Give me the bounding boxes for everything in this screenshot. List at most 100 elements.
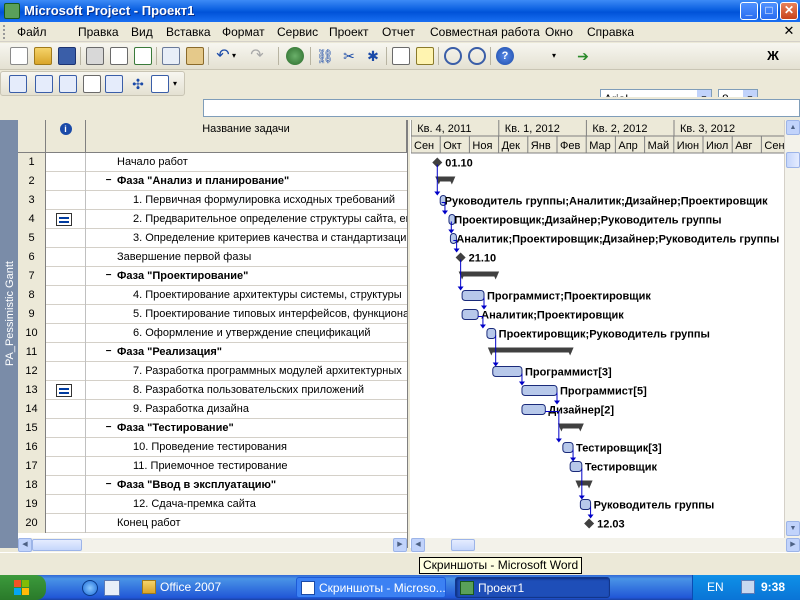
- table-row[interactable]: 17 11. Приемочное тестирование: [18, 457, 407, 476]
- task-bar[interactable]: [492, 366, 523, 377]
- print-icon[interactable]: [86, 47, 104, 65]
- task-bar[interactable]: [521, 385, 558, 396]
- menu-edit[interactable]: Правка: [78, 25, 119, 39]
- outdent-icon[interactable]: [9, 75, 27, 93]
- minimize-button[interactable]: _: [740, 2, 758, 20]
- table-row[interactable]: 6 Завершение первой фазы: [18, 248, 407, 267]
- table-row[interactable]: 14 9. Разработка дизайна: [18, 400, 407, 419]
- task-name-cell[interactable]: Начало работ: [117, 153, 407, 172]
- clock[interactable]: 9:38: [761, 580, 785, 594]
- table-row[interactable]: 18 − Фаза "Ввод в эксплуатацию": [18, 476, 407, 495]
- open-icon[interactable]: [34, 47, 52, 65]
- task-bar[interactable]: [579, 499, 592, 510]
- indent-icon[interactable]: [35, 75, 53, 93]
- row-number[interactable]: 18: [18, 476, 46, 495]
- task-name-cell[interactable]: 8. Разработка пользовательских приложени…: [133, 381, 407, 400]
- task-name-cell[interactable]: 3. Определение критериев качества и стан…: [133, 229, 407, 248]
- menu-tools[interactable]: Сервис: [277, 25, 318, 39]
- menu-report[interactable]: Отчет: [382, 25, 415, 39]
- internet-explorer-icon[interactable]: [82, 580, 98, 596]
- view-bar[interactable]: PA_Pessimistic Gantt: [0, 120, 18, 548]
- start-button[interactable]: [0, 575, 46, 600]
- row-number[interactable]: 19: [18, 495, 46, 514]
- collapse-toggle-icon[interactable]: −: [104, 423, 113, 433]
- project-app-icon[interactable]: [4, 3, 20, 19]
- task-name-cell[interactable]: 9. Разработка дизайна: [133, 400, 407, 419]
- entry-field[interactable]: [203, 99, 800, 117]
- print-preview-icon[interactable]: [110, 47, 128, 65]
- calendar-icon[interactable]: [83, 75, 101, 93]
- table-row[interactable]: 15 − Фаза "Тестирование": [18, 419, 407, 438]
- toolbar-options-icon[interactable]: ▾: [552, 47, 570, 65]
- task-info-icon[interactable]: [392, 47, 410, 65]
- milestone-marker[interactable]: [584, 518, 595, 529]
- notes-indicator-icon[interactable]: [56, 213, 72, 226]
- table-row[interactable]: 10 6. Оформление и утверждение спецификац…: [18, 324, 407, 343]
- menu-view[interactable]: Вид: [131, 25, 153, 39]
- help-icon[interactable]: ?: [496, 47, 514, 65]
- row-number[interactable]: 4: [18, 210, 46, 229]
- redo-icon[interactable]: ↷: [248, 47, 266, 65]
- collapse-toggle-icon[interactable]: −: [104, 176, 113, 186]
- grid-icon[interactable]: [151, 75, 169, 93]
- task-bar[interactable]: [521, 404, 546, 415]
- table-row[interactable]: 20 Конец работ: [18, 514, 407, 533]
- menu-help[interactable]: Справка: [587, 25, 634, 39]
- chart-horizontal-scrollbar[interactable]: ◀ ▶: [411, 538, 800, 552]
- task-name-column-header[interactable]: Название задачи: [86, 120, 407, 153]
- scroll-left-arrow-icon[interactable]: ◀: [18, 538, 32, 552]
- row-number[interactable]: 10: [18, 324, 46, 343]
- collapse-toggle-icon[interactable]: −: [104, 480, 113, 490]
- scroll-thumb[interactable]: [32, 539, 82, 551]
- task-name-cell[interactable]: Фаза "Тестирование": [117, 419, 407, 438]
- row-number[interactable]: 11: [18, 343, 46, 362]
- tray-icon[interactable]: [741, 580, 755, 594]
- task-name-cell[interactable]: 1. Первичная формулировка исходных требо…: [133, 191, 407, 210]
- maximize-button[interactable]: □: [760, 2, 778, 20]
- menu-insert[interactable]: Вставка: [166, 25, 211, 39]
- link-tasks-icon[interactable]: ⛓: [316, 47, 334, 65]
- bold-button[interactable]: Ж: [764, 47, 782, 65]
- summary-bar[interactable]: [489, 347, 572, 353]
- show-desktop-icon[interactable]: [104, 580, 120, 596]
- task-name-cell[interactable]: 4. Проектирование архитектуры системы, с…: [133, 286, 407, 305]
- task-name-cell[interactable]: 11. Приемочное тестирование: [133, 457, 407, 476]
- undo-icon[interactable]: ↶: [214, 47, 232, 65]
- menu-format[interactable]: Формат: [222, 25, 265, 39]
- task-name-cell[interactable]: 10. Проведение тестирования: [133, 438, 407, 457]
- table-row[interactable]: 9 5. Проектирование типовых интерфейсов, …: [18, 305, 407, 324]
- row-number[interactable]: 1: [18, 153, 46, 172]
- select-all-cell[interactable]: [18, 120, 46, 153]
- row-number[interactable]: 3: [18, 191, 46, 210]
- scroll-up-arrow-icon[interactable]: ▲: [786, 120, 800, 135]
- table-row[interactable]: 16 10. Проведение тестирования: [18, 438, 407, 457]
- table-row[interactable]: 1 Начало работ: [18, 153, 407, 172]
- row-number[interactable]: 7: [18, 267, 46, 286]
- task-name-cell[interactable]: Конец работ: [117, 514, 407, 533]
- row-number[interactable]: 15: [18, 419, 46, 438]
- row-number[interactable]: 13: [18, 381, 46, 400]
- task-name-cell[interactable]: 2. Предварительное определение структуры…: [133, 210, 407, 229]
- goto-task-icon[interactable]: ➔: [574, 47, 592, 65]
- scroll-right-arrow-icon[interactable]: ▶: [393, 538, 407, 552]
- toolbar-options-icon[interactable]: ▾: [173, 75, 183, 93]
- doc-close-icon[interactable]: ✕: [782, 24, 796, 38]
- collapse-toggle-icon[interactable]: −: [104, 271, 113, 281]
- menu-collaborate[interactable]: Совместная работа: [430, 25, 540, 39]
- task-name-cell[interactable]: Фаза "Ввод в эксплуатацию": [117, 476, 407, 495]
- table-row[interactable]: 3 1. Первичная формулировка исходных треб…: [18, 191, 407, 210]
- table-row[interactable]: 7 − Фаза "Проектирование": [18, 267, 407, 286]
- table-row[interactable]: 5 3. Определение критериев качества и ста…: [18, 229, 407, 248]
- table-row[interactable]: 8 4. Проектирование архитектуры системы, …: [18, 286, 407, 305]
- task-name-cell[interactable]: 5. Проектирование типовых интерфейсов, ф…: [133, 305, 407, 324]
- task-name-cell[interactable]: 6. Оформление и утверждение спецификаций: [133, 324, 407, 343]
- table-row[interactable]: 12 7. Разработка программных модулей архи…: [18, 362, 407, 381]
- scroll-down-arrow-icon[interactable]: ▼: [786, 521, 800, 536]
- indicators-column-header[interactable]: i: [46, 120, 86, 153]
- close-button[interactable]: ✕: [780, 2, 798, 20]
- taskbar-item-word[interactable]: Скриншоты - Microso...: [296, 577, 446, 598]
- row-number[interactable]: 17: [18, 457, 46, 476]
- notes-indicator-icon[interactable]: [56, 384, 72, 397]
- table-horizontal-scrollbar[interactable]: ◀ ▶: [18, 538, 407, 552]
- task-bar[interactable]: [569, 461, 583, 472]
